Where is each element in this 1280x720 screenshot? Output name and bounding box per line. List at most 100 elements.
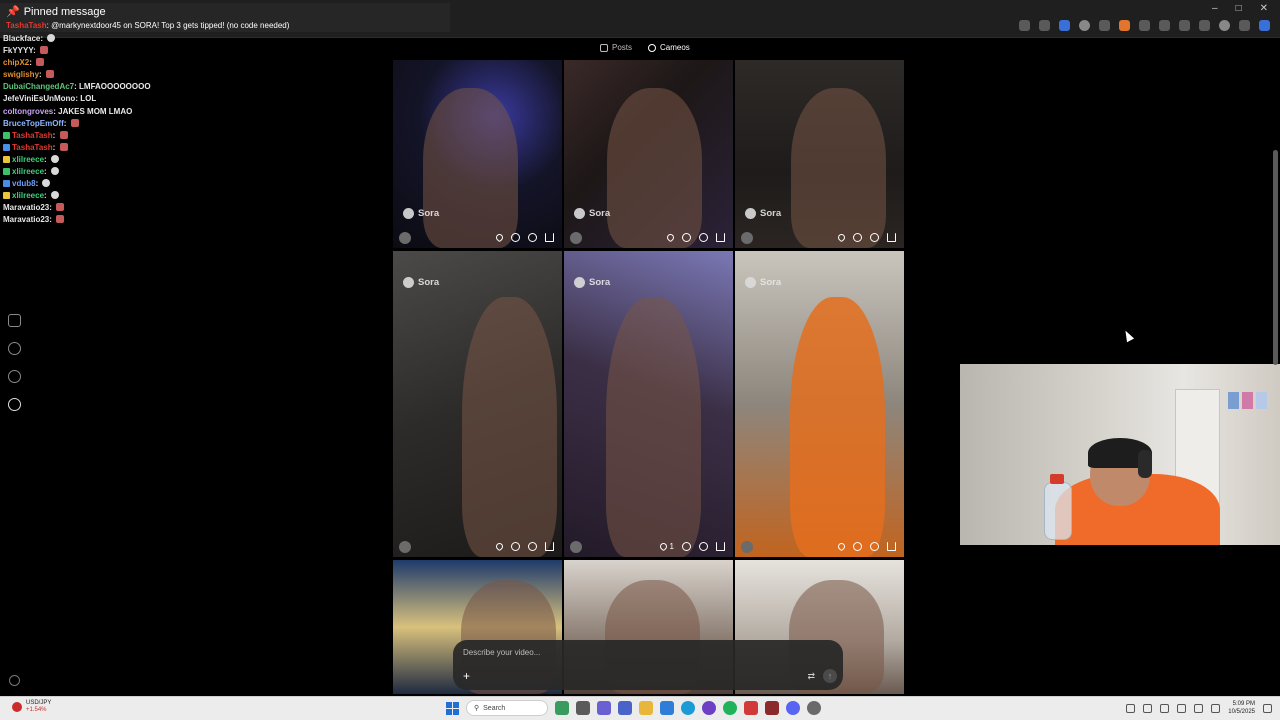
like-heart-icon[interactable]: [494, 232, 505, 243]
send-button[interactable]: ↑: [823, 669, 837, 683]
video-card[interactable]: Sora: [735, 251, 904, 557]
settings-gear-icon[interactable]: [807, 701, 821, 715]
discord-icon[interactable]: [786, 701, 800, 715]
chat-username[interactable]: coltongroves: [3, 107, 53, 116]
describe-video-input[interactable]: [463, 648, 763, 657]
creator-avatar[interactable]: [399, 541, 411, 553]
extensions-puzzle-icon[interactable]: [1159, 20, 1170, 31]
video-card[interactable]: Sora: [735, 60, 904, 248]
chat-username[interactable]: FkYYYY: [3, 46, 33, 55]
like-heart-icon[interactable]: [836, 232, 847, 243]
copilot-app-icon[interactable]: [597, 701, 611, 715]
chat-username[interactable]: DubaiChangedAc7: [3, 82, 74, 91]
favorite-star-icon[interactable]: [1039, 20, 1050, 31]
creator-avatar[interactable]: [570, 541, 582, 553]
video-card[interactable]: Sora 1: [564, 251, 733, 557]
profile-icon[interactable]: [8, 398, 21, 411]
like-heart-icon[interactable]: [494, 541, 505, 552]
home-icon[interactable]: [8, 314, 21, 327]
notifications-bell-icon[interactable]: [1263, 703, 1272, 713]
like-heart-icon[interactable]: [658, 541, 668, 552]
collections-icon[interactable]: [1199, 20, 1210, 31]
profile-avatar-icon[interactable]: [1219, 20, 1230, 31]
stock-ticker-widget[interactable]: USD/JPY +1.54%: [12, 700, 51, 714]
tray-app-icon[interactable]: [1177, 703, 1187, 713]
maximize-icon[interactable]: □: [1236, 3, 1242, 14]
extension-icon[interactable]: [1119, 20, 1130, 31]
chat-username[interactable]: xlilreece: [12, 167, 44, 176]
remix-icon[interactable]: [528, 542, 537, 551]
comment-icon[interactable]: [682, 233, 691, 242]
tray-app-icon[interactable]: [1143, 703, 1153, 713]
more-options-icon[interactable]: [1239, 20, 1250, 31]
chat-username[interactable]: Blackface: [3, 34, 40, 43]
creator-avatar[interactable]: [570, 232, 582, 244]
settings-icon[interactable]: [9, 675, 20, 686]
notifications-icon[interactable]: [8, 370, 21, 383]
chat-username[interactable]: TashaTash: [12, 143, 53, 152]
chat-username[interactable]: TashaTash: [12, 131, 53, 140]
like-heart-icon[interactable]: [836, 541, 847, 552]
spotify-icon[interactable]: [723, 701, 737, 715]
obs-icon[interactable]: [702, 701, 716, 715]
comment-icon[interactable]: [682, 542, 691, 551]
app-icon[interactable]: [744, 701, 758, 715]
share-icon[interactable]: [716, 542, 725, 551]
app-icon[interactable]: [765, 701, 779, 715]
chat-username[interactable]: Maravatio23: [3, 215, 49, 224]
widgets-icon[interactable]: [555, 701, 569, 715]
extension-icon[interactable]: [1139, 20, 1150, 31]
chat-username[interactable]: vdub8: [12, 179, 36, 188]
chat-username[interactable]: chipX2: [3, 58, 29, 67]
wifi-icon[interactable]: [1194, 703, 1204, 713]
read-aloud-icon[interactable]: [1019, 20, 1030, 31]
extension-icon[interactable]: [1099, 20, 1110, 31]
tab-posts[interactable]: Posts: [600, 43, 632, 52]
file-explorer-icon[interactable]: [639, 701, 653, 715]
video-card[interactable]: Sora: [564, 60, 733, 248]
taskbar-search[interactable]: ⚲ Search: [466, 700, 548, 716]
chat-username[interactable]: swiglishy: [3, 70, 39, 79]
share-icon[interactable]: [545, 542, 554, 551]
remix-icon[interactable]: [528, 233, 537, 242]
store-icon[interactable]: [660, 701, 674, 715]
volume-icon[interactable]: [1211, 703, 1221, 713]
like-heart-icon[interactable]: [665, 232, 676, 243]
share-icon[interactable]: [545, 233, 554, 242]
chat-username[interactable]: xlilreece: [12, 155, 44, 164]
creator-avatar[interactable]: [741, 541, 753, 553]
page-scrollbar[interactable]: [1273, 150, 1278, 365]
remix-icon[interactable]: [699, 542, 708, 551]
favorites-icon[interactable]: [1179, 20, 1190, 31]
tab-cameos[interactable]: Cameos: [648, 43, 690, 52]
chat-username[interactable]: BruceTopEmOff: [3, 119, 64, 128]
pinned-user[interactable]: TashaTash: [6, 21, 47, 30]
clock[interactable]: 5:09 PM 10/5/2025: [1228, 700, 1255, 716]
comment-icon[interactable]: [511, 542, 520, 551]
remix-icon[interactable]: [699, 233, 708, 242]
creator-avatar[interactable]: [399, 232, 411, 244]
chat-username[interactable]: xlilreece: [12, 191, 44, 200]
remix-icon[interactable]: [870, 542, 879, 551]
creator-avatar[interactable]: [741, 232, 753, 244]
video-card[interactable]: Sora: [393, 60, 562, 248]
share-icon[interactable]: [887, 542, 896, 551]
translate-extension-icon[interactable]: [1059, 20, 1070, 31]
comment-icon[interactable]: [853, 233, 862, 242]
chevron-up-icon[interactable]: [1126, 703, 1136, 713]
close-icon[interactable]: ✕: [1260, 3, 1268, 14]
edge-icon[interactable]: [681, 701, 695, 715]
add-media-button[interactable]: +: [463, 670, 470, 682]
tray-app-icon[interactable]: [1160, 703, 1170, 713]
minimize-icon[interactable]: –: [1212, 3, 1218, 14]
settings-sliders-icon[interactable]: ⇄: [807, 671, 815, 682]
teams-icon[interactable]: [618, 701, 632, 715]
chat-username[interactable]: JefeViniEsUnMono: [3, 94, 75, 103]
search-icon[interactable]: [8, 342, 21, 355]
extension-icon[interactable]: [1079, 20, 1090, 31]
task-view-icon[interactable]: [576, 701, 590, 715]
remix-icon[interactable]: [870, 233, 879, 242]
share-icon[interactable]: [887, 233, 896, 242]
copilot-icon[interactable]: [1259, 20, 1270, 31]
share-icon[interactable]: [716, 233, 725, 242]
